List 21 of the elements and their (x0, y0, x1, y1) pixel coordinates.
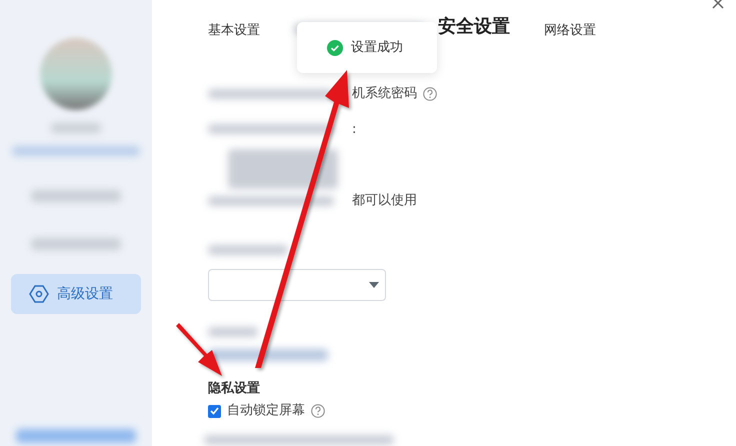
caret-icon (369, 282, 379, 288)
avatar (40, 38, 112, 110)
tab[interactable]: 安全设置 (438, 13, 510, 40)
toast-text: 设置成功 (351, 38, 403, 57)
blurred-block (51, 123, 101, 133)
tab[interactable]: 网络设置 (544, 20, 596, 40)
section-title: 隐私设置 (208, 380, 261, 398)
hexagon-icon (29, 284, 49, 304)
checkbox[interactable] (208, 404, 221, 418)
checkbox-label: 自动锁定屏幕 (227, 402, 305, 420)
dropdown[interactable] (208, 268, 386, 300)
help-icon[interactable] (423, 86, 437, 101)
text: : (352, 120, 356, 138)
text: 都可以使用 (352, 192, 417, 210)
tab[interactable]: 基本设置 (208, 20, 260, 40)
text: 机系统密码 (352, 85, 417, 103)
arrow (176, 323, 222, 376)
blurred-block (208, 326, 258, 336)
help-icon[interactable] (311, 404, 325, 418)
check-icon (327, 40, 343, 56)
sidebar-item[interactable]: 高级设置 (11, 274, 141, 314)
